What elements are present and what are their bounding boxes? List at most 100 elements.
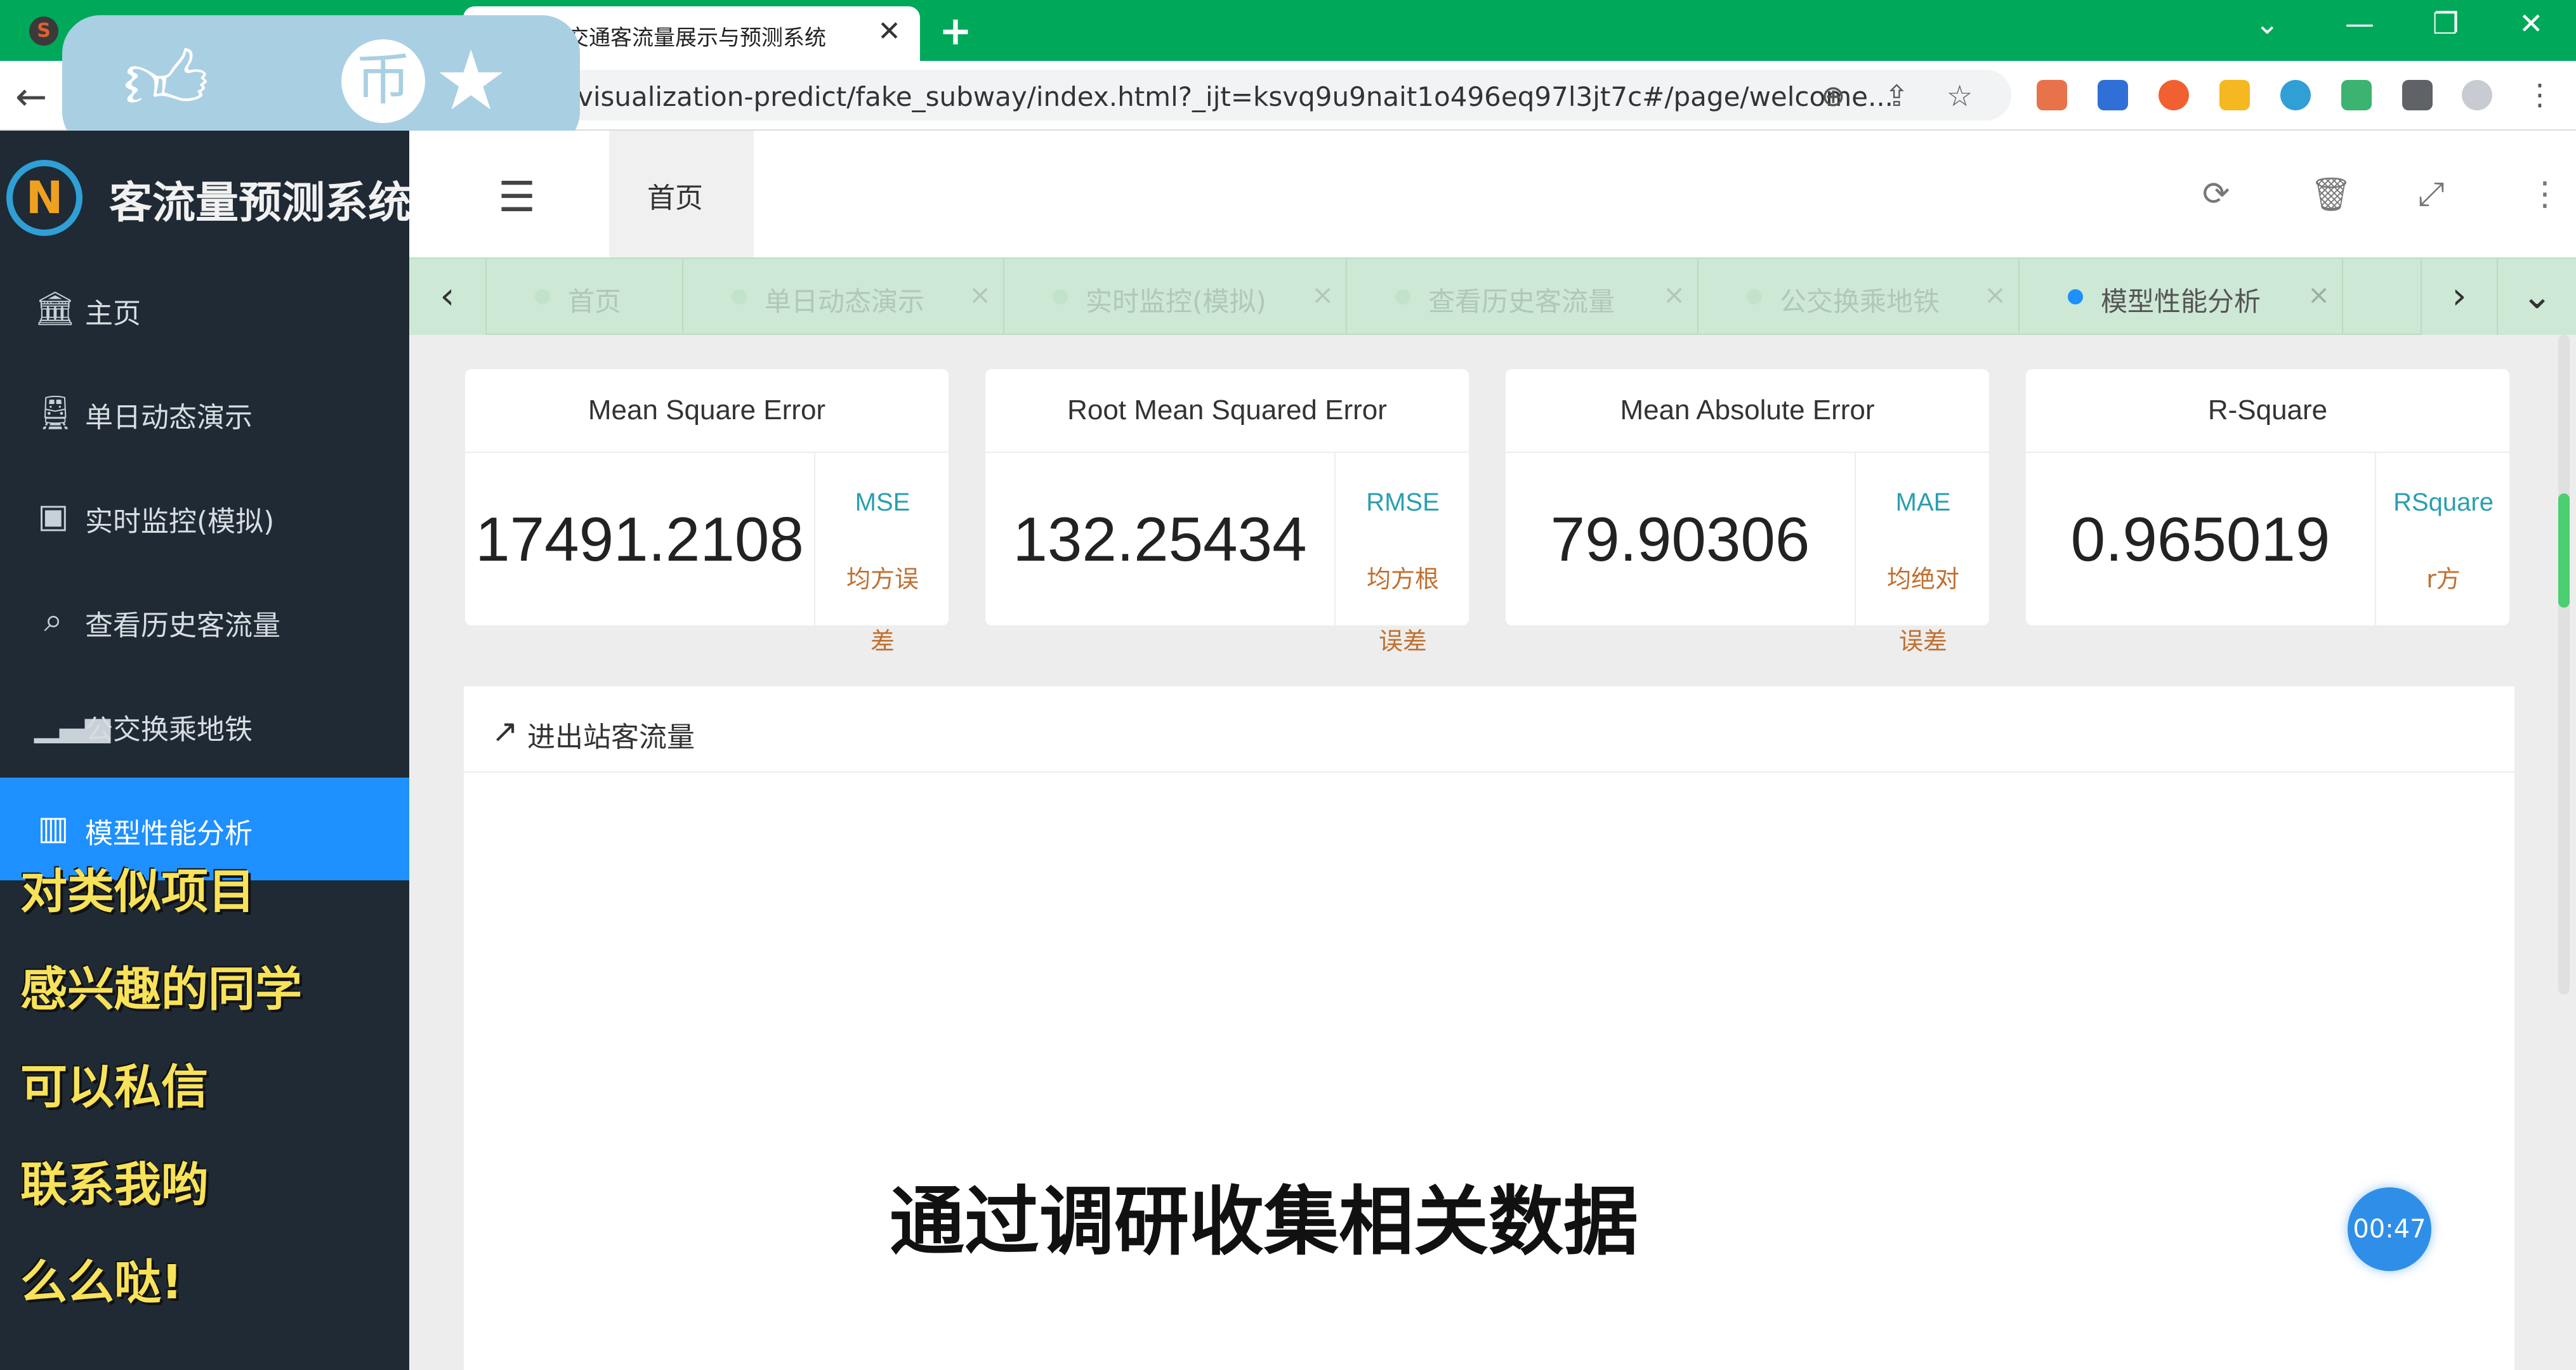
browser-tab-title: 道交通客流量展示与预测系统 [546, 25, 826, 51]
logo-icon: N [6, 160, 82, 236]
sidebar-item-label: 实时监控(模拟) [85, 506, 275, 538]
metric-cn-label: 均方根误差 [1366, 565, 1439, 655]
close-tab-icon[interactable]: × [2308, 279, 2330, 310]
tab-dot-icon [1053, 289, 1068, 304]
url-field[interactable]: visualization-predict/fake_subway/index.… [558, 70, 2011, 121]
metric-value: 17491.2108 [475, 504, 804, 574]
window-close-icon[interactable]: ✕ [2519, 6, 2544, 41]
bookmark-star-icon[interactable]: ☆ [1947, 79, 1973, 113]
monitor-icon: ▣ [37, 497, 69, 535]
subtitle-line: 么么哒! [20, 1255, 183, 1310]
search-icon: ⌕ [44, 601, 63, 639]
app-title: 客流量预测系统 [109, 178, 412, 228]
extension-icon[interactable] [2037, 80, 2067, 110]
extension-icon[interactable] [2280, 80, 2311, 110]
tabs-next-icon[interactable]: › [2421, 259, 2498, 335]
page-tab-realtime[interactable]: 实时监控(模拟) × [1004, 259, 1347, 335]
tab-dot-icon [1747, 289, 1762, 304]
subtitle-line: 联系我哟 [20, 1158, 208, 1212]
metric-side: RSquare r方 [2375, 453, 2509, 625]
train-icon: 🚆︎ [34, 394, 77, 432]
extension-icon[interactable] [2219, 80, 2250, 110]
sidebar-item-history[interactable]: ⌕ 查看历史客流量 [0, 570, 409, 672]
new-tab-button[interactable]: + [939, 8, 972, 54]
restore-icon[interactable]: ❐ [2433, 6, 2459, 41]
close-tab-icon[interactable]: × [1663, 279, 1685, 310]
metric-value: 132.25434 [1013, 504, 1307, 574]
back-arrow-icon[interactable]: ← [15, 75, 47, 119]
url-text: visualization-predict/fake_subway/index.… [577, 81, 1894, 112]
metric-card-rsquare: R-Square 0.965019 RSquare r方 [2026, 369, 2509, 625]
more-menu-icon[interactable]: ⋮ [2525, 77, 2554, 112]
zoom-icon[interactable]: ⊕ [1821, 79, 1846, 113]
close-tab-icon[interactable]: ✕ [877, 15, 901, 48]
sidebar-item-label: 主页 [85, 297, 141, 330]
profile-avatar-icon[interactable] [2462, 80, 2492, 110]
scrollbar[interactable] [2558, 335, 2570, 995]
subtitle-line: 可以私信 [20, 1060, 208, 1114]
minimize-icon[interactable]: — [2345, 6, 2374, 41]
page-tab-label: 单日动态演示 [765, 286, 925, 317]
extension-icon[interactable] [2341, 80, 2372, 110]
metric-value: 0.965019 [2070, 504, 2330, 574]
tabs-prev-icon[interactable]: ‹ [409, 259, 487, 335]
tab-dot-icon [2068, 289, 2083, 304]
puzzle-icon[interactable] [2402, 80, 2433, 110]
signal-icon: ▁▃▅ [34, 705, 110, 743]
home-tab[interactable]: 首页 [609, 131, 754, 258]
brand-header: N 客流量预测系统 [0, 131, 412, 258]
chart-panel-header: ↗ 进出站客流量 [464, 686, 2514, 773]
sidebar-item-label: 查看历史客流量 [85, 610, 280, 642]
more-icon[interactable]: ⋮ [2528, 175, 2561, 213]
page-tab-bus-transfer[interactable]: 公交换乘地铁 × [1699, 259, 2020, 335]
metric-abbr: MSE [855, 488, 910, 516]
share-icon[interactable]: ⇪ [1884, 79, 1909, 113]
page-tabs-bar: ‹ 首页 单日动态演示 × 实时监控(模拟) × 查看历史客流量 × 公交换乘地… [409, 258, 2576, 335]
page-tab-label: 公交换乘地铁 [1780, 286, 1940, 317]
sidebar-item-bus-transfer[interactable]: ▁▃▅ 公交换乘地铁 [0, 674, 409, 776]
close-tab-icon[interactable]: × [969, 279, 991, 310]
close-tab-icon[interactable]: × [1311, 279, 1334, 310]
like-coin-fav-overlay: 👍︎ 币 ★ [62, 15, 580, 150]
tab-search-icon[interactable]: ⌄ [2255, 6, 2280, 41]
close-tab-icon[interactable]: × [1984, 279, 2006, 310]
tab-dot-icon [535, 289, 550, 304]
sidebar-item-label: 公交换乘地铁 [85, 714, 253, 746]
metric-abbr: RMSE [1366, 488, 1440, 516]
page-tab-model-analysis[interactable]: 模型性能分析 × [2020, 259, 2343, 335]
sidebar-item-daily-demo[interactable]: 🚆︎ 单日动态演示 [0, 362, 409, 464]
trash-icon[interactable]: 🗑︎ [2310, 175, 2352, 214]
chart-panel-title: 进出站客流量 [527, 721, 695, 754]
thumbs-up-icon[interactable]: 👍︎ [123, 39, 209, 122]
page-tab-label: 首页 [568, 286, 622, 317]
page-tab-daily-demo[interactable]: 单日动态演示 × [683, 259, 1004, 335]
tabs-dropdown-icon[interactable]: ⌄ [2498, 259, 2576, 335]
page-tab-home[interactable]: 首页 [487, 259, 683, 335]
timer-badge[interactable]: 00:47 [2348, 1187, 2431, 1271]
page-tab-label: 模型性能分析 [2101, 286, 2261, 317]
metric-card-rmse: Root Mean Squared Error 132.25434 RMSE 均… [985, 369, 1469, 655]
page-tab-label: 实时监控(模拟) [1086, 286, 1266, 317]
metric-title: Mean Absolute Error [1506, 369, 1989, 453]
sidebar-item-realtime-monitor[interactable]: ▣ 实时监控(模拟) [0, 466, 409, 568]
scrollbar-thumb[interactable] [2558, 493, 2570, 608]
sidebar: N 客流量预测系统 🏛︎ 主页 🚆︎ 单日动态演示 ▣ 实时监控(模拟) ⌕ 查… [0, 131, 412, 1370]
app-topbar: ☰ 首页 ⟳ 🗑︎ ⤢ ⋮ [409, 131, 2576, 258]
coin-icon[interactable]: 币 [341, 39, 425, 123]
metric-card-mae: Mean Absolute Error 79.90306 MAE 均绝对误差 [1506, 369, 1989, 655]
extension-icon[interactable] [2159, 80, 2189, 110]
page-tab-label: 查看历史客流量 [1428, 286, 1615, 317]
bank-icon: 🏛︎ [34, 290, 77, 328]
extension-icon[interactable] [2098, 80, 2128, 110]
page-tab-history[interactable]: 查看历史客流量 × [1347, 259, 1699, 335]
star-icon[interactable]: ★ [434, 39, 508, 122]
subtitle-center: 通过调研收集相关数据 [890, 1178, 1639, 1265]
fullscreen-icon[interactable]: ⤢ [2418, 175, 2445, 214]
refresh-icon[interactable]: ⟳ [2202, 175, 2230, 213]
sidebar-item-label: 单日动态演示 [85, 401, 253, 434]
menu-toggle-icon[interactable]: ☰ [498, 173, 536, 221]
subtitle-line: 对类似项目 [20, 864, 255, 919]
metric-abbr: MAE [1895, 488, 1951, 516]
sidebar-item-home[interactable]: 🏛︎ 主页 [0, 258, 409, 360]
site-favicon-icon: S [29, 16, 58, 46]
